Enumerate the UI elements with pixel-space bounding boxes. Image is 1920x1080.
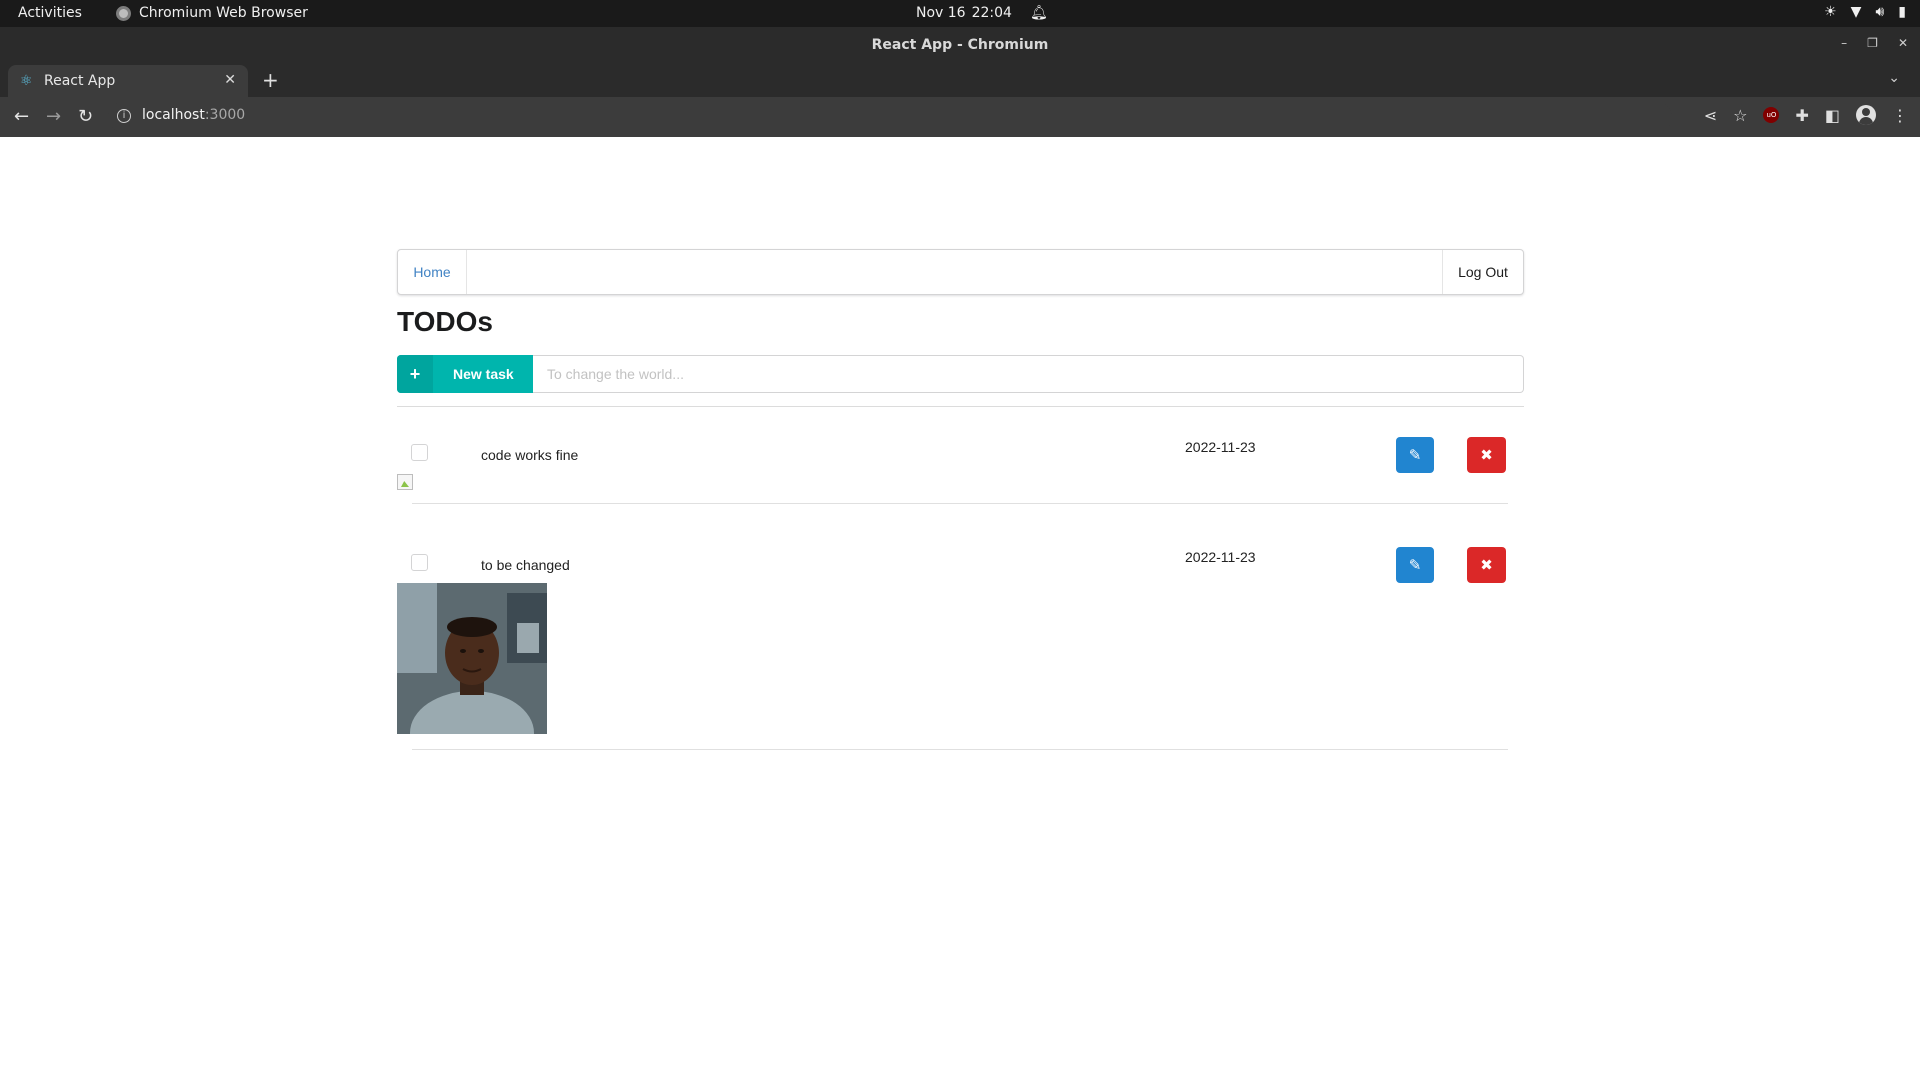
delete-button[interactable]: ✖ [1467,437,1506,473]
tab-title: React App [44,73,116,89]
tab-search-chevron-icon[interactable]: ⌄ [1888,70,1900,86]
app-menu[interactable]: Chromium Web Browser [116,5,308,21]
url-text[interactable]: localhost:3000 [142,107,245,123]
row-divider [412,749,1508,750]
close-icon: ✖ [1480,556,1493,574]
todo-checkbox[interactable] [411,444,428,461]
reload-icon[interactable]: ↻ [78,106,93,127]
volume-icon: 🔊︎ [1875,4,1885,20]
close-window-icon[interactable]: ✕ [1898,36,1908,50]
todo-text: code works fine [481,447,579,463]
restore-icon[interactable]: ❐ [1867,36,1878,50]
share-icon[interactable]: ⋖ [1704,106,1717,125]
date-label: Nov 16 [916,5,966,21]
chromium-icon [116,5,131,21]
plus-icon: + [397,355,433,393]
address-bar[interactable] [108,102,1672,132]
tab-close-icon[interactable]: ✕ [224,72,236,88]
todo-date: 2022-11-23 [1185,439,1256,455]
broken-image-icon [397,474,413,490]
todo-date: 2022-11-23 [1185,549,1256,565]
system-top-bar: Activities Chromium Web Browser Nov 16 2… [0,0,1920,27]
page-title: TODOs [397,306,493,337]
app-name: Chromium Web Browser [139,5,308,21]
delete-button[interactable]: ✖ [1467,547,1506,583]
home-link[interactable]: Home [398,250,467,294]
activities-button[interactable]: Activities [18,5,82,21]
tab-strip: ⚛ React App ✕ + ⌄ [0,63,1920,97]
pencil-icon: ✎ [1408,556,1422,574]
new-task-label: New task [453,366,514,382]
extensions-puzzle-icon[interactable]: ✚ [1795,106,1808,125]
bell-icon: 🔔︎ [1029,5,1048,21]
toolbar: ← → ↻ i localhost:3000 ⋖ ☆ uO ✚ ◧ ⋮ [0,97,1920,137]
top-menu: Home Log Out [397,249,1524,295]
kebab-menu-icon[interactable]: ⋮ [1892,106,1908,125]
pencil-icon: ✎ [1408,446,1422,464]
brightness-icon: ☀ [1824,4,1837,20]
wifi-icon: ▼ [1850,4,1862,20]
tab-react-app[interactable]: ⚛ React App ✕ [8,65,248,97]
list-divider [397,406,1524,407]
new-task-input[interactable] [533,355,1524,393]
edit-button[interactable]: ✎ [1396,437,1434,473]
profile-avatar-icon[interactable] [1856,105,1876,125]
window-title: React App - Chromium [871,37,1049,53]
time-label: 22:04 [971,5,1012,21]
clock[interactable]: Nov 16 22:04 🔔︎ [916,5,1048,21]
bookmark-star-icon[interactable]: ☆ [1733,106,1747,125]
window-titlebar: React App - Chromium – ❐ ✕ [0,27,1920,63]
close-icon: ✖ [1480,446,1493,464]
back-icon[interactable]: ← [14,106,29,127]
person-photo-illustration [397,583,547,734]
battery-icon: ▮ [1898,4,1906,20]
ublock-extension-icon[interactable]: uO [1763,107,1780,123]
react-icon: ⚛ [20,73,33,89]
new-tab-button[interactable]: + [262,68,279,92]
system-tray[interactable]: ☀ ▼ 🔊︎ ▮ [1824,4,1906,20]
minimize-icon[interactable]: – [1841,36,1847,50]
todo-photo [397,583,547,734]
row-divider [412,503,1508,504]
edit-button[interactable]: ✎ [1396,547,1434,583]
new-task-button[interactable]: + New task [397,355,533,393]
todo-text: to be changed [481,557,570,573]
toolbar-actions: ⋖ ☆ uO ✚ ◧ ⋮ [1704,105,1908,125]
site-info-icon[interactable]: i [117,109,131,123]
side-panel-icon[interactable]: ◧ [1825,106,1840,125]
window-controls: – ❐ ✕ [1841,36,1908,50]
logout-link[interactable]: Log Out [1442,250,1523,294]
todo-checkbox[interactable] [411,554,428,571]
forward-icon[interactable]: → [46,106,61,127]
